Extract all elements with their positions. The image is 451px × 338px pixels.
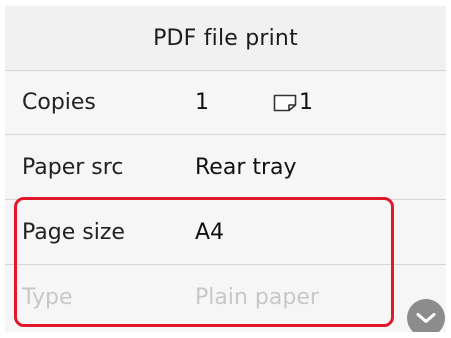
page-size-value: A4	[195, 220, 225, 245]
page-title: PDF file print	[153, 25, 298, 51]
title-bar: PDF file print	[5, 6, 446, 71]
chevron-down-icon	[416, 313, 436, 323]
print-settings-screen: PDF file print Copies 1 1 Paper src Rear…	[5, 6, 446, 332]
setting-row-type: Type Plain paper	[5, 266, 446, 330]
setting-row-copies[interactable]: Copies 1 1	[5, 71, 446, 135]
sheet-icon	[273, 94, 297, 112]
page-size-label: Page size	[22, 220, 125, 245]
copies-value: 1	[195, 90, 209, 115]
paper-source-value: Rear tray	[195, 155, 297, 180]
sheets-count: 1	[299, 90, 313, 115]
scroll-down-button[interactable]	[407, 299, 445, 332]
setting-row-paper-source[interactable]: Paper src Rear tray	[5, 136, 446, 200]
type-label: Type	[22, 285, 73, 310]
sheets-per-copy: 1	[273, 71, 313, 135]
copies-label: Copies	[22, 90, 96, 115]
setting-row-page-size[interactable]: Page size A4	[5, 201, 446, 265]
type-value: Plain paper	[195, 285, 319, 310]
paper-source-label: Paper src	[22, 155, 124, 180]
